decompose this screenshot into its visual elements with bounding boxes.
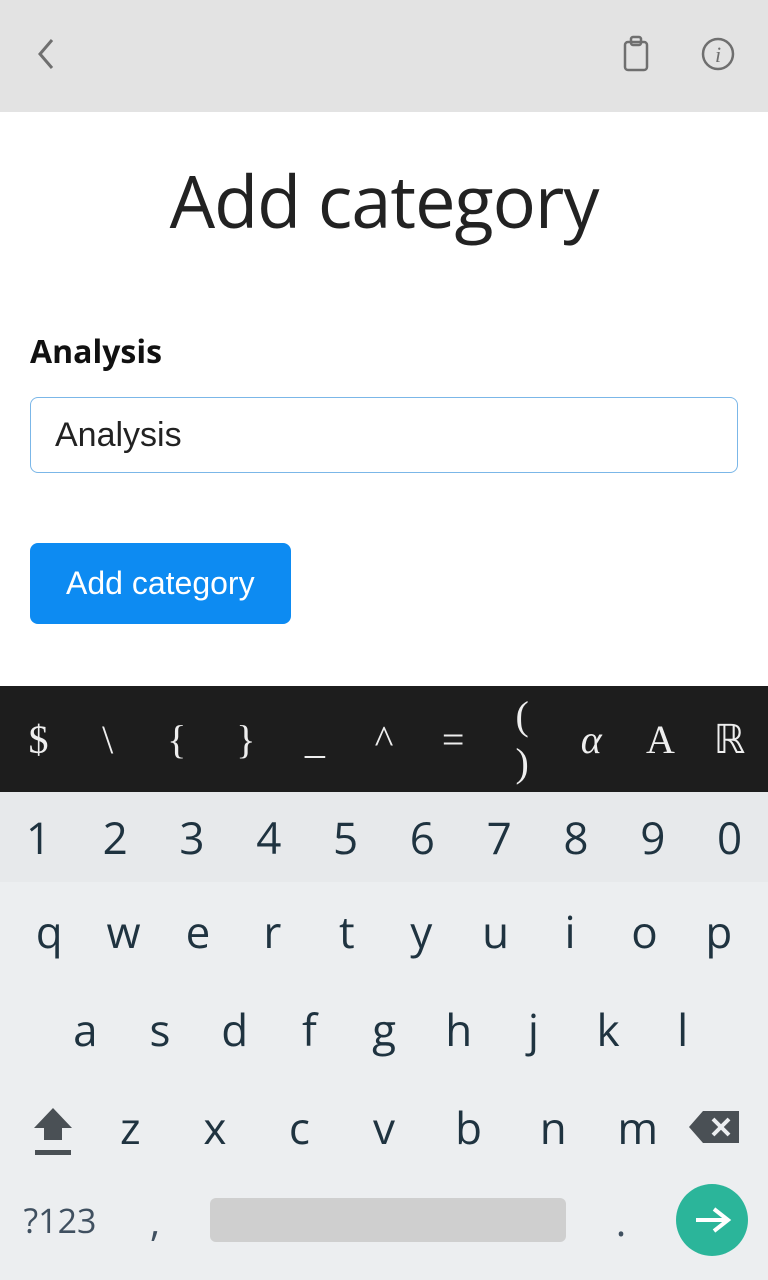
back-button[interactable] <box>32 36 60 77</box>
key-r[interactable]: r <box>235 901 309 961</box>
arrow-right-icon <box>692 1205 732 1235</box>
sym-brace-open[interactable]: { <box>160 716 193 763</box>
number-row: 1 2 3 4 5 6 7 8 9 0 <box>0 792 768 882</box>
sym-real[interactable]: ℝ <box>713 716 746 763</box>
shift-key[interactable] <box>18 1100 88 1155</box>
on-screen-keyboard: $ \ { } _ ^ = ( ) α A ℝ 1 2 3 4 5 6 7 8 … <box>0 686 768 1280</box>
key-g[interactable]: g <box>347 999 422 1059</box>
sym-brace-close[interactable]: } <box>229 716 262 763</box>
key-5[interactable]: 5 <box>307 807 384 867</box>
spacebar[interactable] <box>210 1198 566 1242</box>
key-l[interactable]: l <box>645 999 720 1059</box>
key-t[interactable]: t <box>310 901 384 961</box>
info-icon: i <box>700 36 736 72</box>
clipboard-icon <box>620 34 652 74</box>
sym-caret[interactable]: ^ <box>367 716 400 763</box>
key-2[interactable]: 2 <box>77 807 154 867</box>
period-key[interactable]: . <box>596 1193 646 1248</box>
sym-equals[interactable]: = <box>437 716 470 763</box>
backspace-icon <box>687 1107 743 1147</box>
key-w[interactable]: w <box>86 901 160 961</box>
bottom-row: ?123 , . <box>0 1176 768 1264</box>
category-field-label: Analysis <box>30 330 738 373</box>
key-j[interactable]: j <box>496 999 571 1059</box>
key-n[interactable]: n <box>511 1097 596 1157</box>
letter-row-2: a s d f g h j k l <box>0 980 768 1078</box>
key-3[interactable]: 3 <box>154 807 231 867</box>
symbol-toolbar: $ \ { } _ ^ = ( ) α A ℝ <box>0 686 768 792</box>
sym-dollar[interactable]: $ <box>22 716 55 763</box>
key-d[interactable]: d <box>197 999 272 1059</box>
key-h[interactable]: h <box>421 999 496 1059</box>
sym-backslash[interactable]: \ <box>91 716 124 763</box>
comma-key[interactable]: , <box>130 1193 180 1248</box>
shift-icon <box>32 1100 74 1148</box>
letter-row-3: z x c v b n m <box>0 1078 768 1176</box>
backspace-key[interactable] <box>680 1107 750 1147</box>
enter-key[interactable] <box>676 1184 748 1256</box>
key-i[interactable]: i <box>533 901 607 961</box>
key-x[interactable]: x <box>173 1097 258 1157</box>
chevron-left-icon <box>32 36 60 72</box>
key-6[interactable]: 6 <box>384 807 461 867</box>
main-content: Add category Analysis Add category <box>0 112 768 624</box>
key-a[interactable]: a <box>48 999 123 1059</box>
key-9[interactable]: 9 <box>614 807 691 867</box>
key-8[interactable]: 8 <box>538 807 615 867</box>
sym-parens[interactable]: ( ) <box>506 692 539 786</box>
key-k[interactable]: k <box>571 999 646 1059</box>
page-title: Add category <box>30 152 738 250</box>
key-f[interactable]: f <box>272 999 347 1059</box>
sym-capital-a[interactable]: A <box>644 716 677 763</box>
key-4[interactable]: 4 <box>230 807 307 867</box>
key-c[interactable]: c <box>257 1097 342 1157</box>
key-o[interactable]: o <box>607 901 681 961</box>
info-button[interactable]: i <box>700 36 736 77</box>
app-header: i <box>0 0 768 112</box>
add-category-button[interactable]: Add category <box>30 543 291 624</box>
key-e[interactable]: e <box>161 901 235 961</box>
symbols-mode-key[interactable]: ?123 <box>20 1197 100 1243</box>
key-v[interactable]: v <box>342 1097 427 1157</box>
sym-underscore[interactable]: _ <box>298 716 331 763</box>
key-s[interactable]: s <box>123 999 198 1059</box>
clipboard-button[interactable] <box>620 34 652 79</box>
category-input[interactable] <box>30 397 738 473</box>
key-1[interactable]: 1 <box>0 807 77 867</box>
sym-alpha[interactable]: α <box>575 716 608 763</box>
key-y[interactable]: y <box>384 901 458 961</box>
svg-text:i: i <box>715 42 721 67</box>
key-0[interactable]: 0 <box>691 807 768 867</box>
key-q[interactable]: q <box>12 901 86 961</box>
key-z[interactable]: z <box>88 1097 173 1157</box>
key-m[interactable]: m <box>595 1097 680 1157</box>
key-p[interactable]: p <box>682 901 756 961</box>
key-u[interactable]: u <box>458 901 532 961</box>
key-7[interactable]: 7 <box>461 807 538 867</box>
key-b[interactable]: b <box>426 1097 511 1157</box>
letter-row-1: q w e r t y u i o p <box>0 882 768 980</box>
